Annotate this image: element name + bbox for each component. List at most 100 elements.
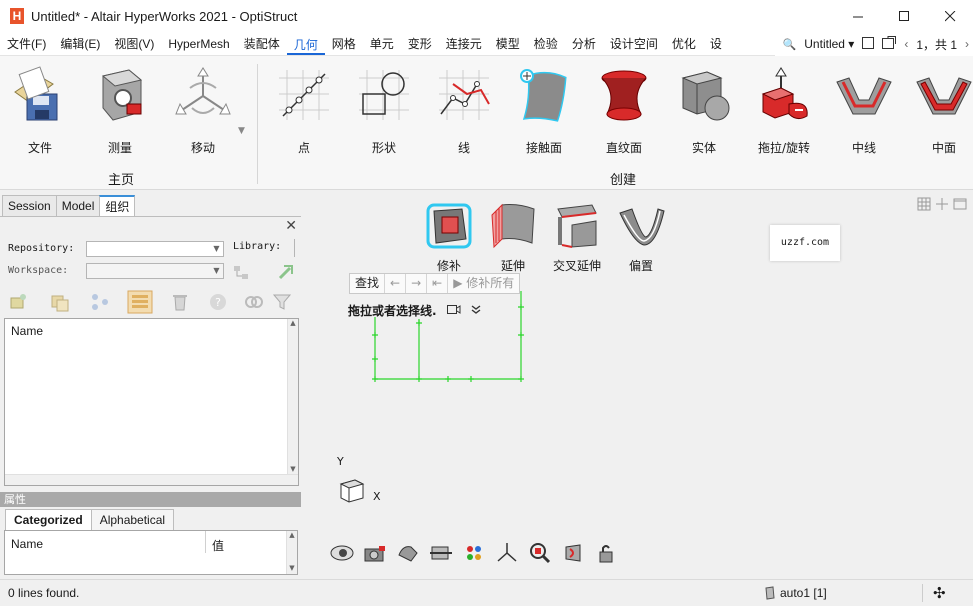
library-select[interactable] <box>294 239 300 257</box>
maximize-button[interactable] <box>881 0 927 32</box>
pan-tool-icon[interactable] <box>395 541 421 565</box>
help-icon[interactable]: ? <box>208 292 228 312</box>
menu-geometry[interactable]: 几何 <box>287 35 325 55</box>
menu-file[interactable]: 文件(F) <box>0 32 53 56</box>
panel-view-icon[interactable] <box>127 290 153 314</box>
scroll-down-icon[interactable]: ▼ <box>287 564 297 574</box>
workspace-select[interactable]: ▼ <box>86 263 224 279</box>
checkbox-icon[interactable] <box>862 36 875 52</box>
menu-validate[interactable]: 检验 <box>527 32 565 56</box>
add-entity-icon[interactable] <box>8 292 28 312</box>
copy-entity-icon[interactable] <box>50 292 70 312</box>
next-page-button[interactable]: › <box>965 37 969 51</box>
column-divider[interactable] <box>205 531 206 553</box>
wireframe-geometry[interactable] <box>361 287 531 387</box>
property-value-header: 值 <box>212 539 225 553</box>
chevron-down-icon: ▼ <box>213 244 220 253</box>
lines-tool[interactable]: 线 <box>426 64 502 162</box>
midsurface-tool[interactable]: 中面 <box>906 64 973 162</box>
menu-morph[interactable]: 变形 <box>401 32 439 56</box>
midline-icon <box>836 77 892 115</box>
hierarchy-icon[interactable] <box>90 292 110 312</box>
status-separator <box>922 584 923 602</box>
menu-edit[interactable]: 编辑(E) <box>53 32 107 56</box>
hyperworks-logo-icon: H <box>10 8 24 24</box>
surface-tool-label: 接触面 <box>525 141 562 155</box>
move-arrows-icon[interactable] <box>935 197 949 211</box>
axis-triad-icon[interactable] <box>494 541 520 565</box>
filter-icon[interactable] <box>272 292 292 312</box>
list-horizontal-scrollbar[interactable] <box>5 474 298 485</box>
drag-spin-tool[interactable]: 拖拉/旋转 <box>746 64 822 162</box>
tab-organize[interactable]: 组织 <box>99 195 136 216</box>
menu-settings-truncated[interactable]: 设 <box>703 32 729 56</box>
menu-design-space[interactable]: 设计空间 <box>603 32 665 56</box>
cross-extend-icon <box>557 204 597 248</box>
move-tool[interactable]: 移动 <box>165 64 241 162</box>
scroll-up-icon[interactable]: ▲ <box>287 531 297 541</box>
cross-extend-tool[interactable]: 交叉延伸 <box>545 201 609 274</box>
menu-model[interactable]: 模型 <box>489 32 527 56</box>
component-indicator[interactable]: auto1 [1] <box>764 586 827 600</box>
import-arrow-icon[interactable] <box>276 262 296 282</box>
property-table[interactable]: Name 值 ▲ ▼ <box>4 530 298 575</box>
visibility-eye-icon[interactable] <box>329 541 355 565</box>
tab-alphabetical[interactable]: Alphabetical <box>90 509 175 530</box>
tree-structure-icon[interactable] <box>232 264 252 284</box>
tab-model[interactable]: Model <box>55 195 101 216</box>
settings-icon[interactable]: ✣ <box>933 584 946 602</box>
surface-tool[interactable]: 接触面 <box>506 64 582 162</box>
file-tool[interactable]: 文件 <box>2 64 78 162</box>
lines-tool-label: 线 <box>457 141 470 155</box>
camera-icon[interactable] <box>362 541 388 565</box>
entity-list[interactable]: Name ▲ ▼ <box>4 318 299 486</box>
patch-tool[interactable]: 修补 <box>417 201 481 274</box>
close-icon[interactable]: ✕ <box>285 218 297 234</box>
grid-icon[interactable] <box>917 197 931 211</box>
delete-icon[interactable] <box>170 292 190 312</box>
section-cut-icon[interactable] <box>428 541 454 565</box>
link-icon[interactable] <box>244 292 264 312</box>
window-restore-icon[interactable] <box>953 197 967 211</box>
menu-mesh[interactable]: 网格 <box>325 32 363 56</box>
shape-tool[interactable]: 形状 <box>346 64 422 162</box>
tab-categorized[interactable]: Categorized <box>5 509 92 530</box>
rotate-view-icon[interactable] <box>560 541 586 565</box>
model-name-dropdown[interactable]: Untitled ▾ <box>804 37 854 51</box>
extend-tool[interactable]: 延伸 <box>481 201 545 274</box>
menu-view[interactable]: 视图(V) <box>107 32 161 56</box>
menu-analysis[interactable]: 分析 <box>565 32 603 56</box>
search-icon[interactable]: 🔍 <box>783 38 797 51</box>
points-tool[interactable]: 点 <box>266 64 342 162</box>
more-dropdown-icon[interactable]: ▼ <box>238 126 245 136</box>
tab-session[interactable]: Session <box>2 195 57 216</box>
minimize-button[interactable] <box>835 0 881 32</box>
list-vertical-scrollbar[interactable]: ▲ ▼ <box>287 319 298 475</box>
ruled-surface-tool[interactable]: 直纹面 <box>586 64 662 162</box>
menu-connectors[interactable]: 连接元 <box>439 32 489 56</box>
menu-assembly[interactable]: 装配体 <box>237 32 287 56</box>
list-header-name: Name <box>11 324 44 338</box>
graphics-viewport[interactable]: 修补 延伸 交叉延伸 偏置 uzzf.com 查找 ← → ⇤ ▶ 修补所有 拖… <box>301 191 973 579</box>
close-button[interactable] <box>927 0 973 32</box>
view-cube-icon[interactable] <box>337 476 367 504</box>
midsurface-icon <box>916 77 972 115</box>
property-scrollbar[interactable]: ▲ ▼ <box>286 531 297 574</box>
repository-select[interactable]: ▼ <box>86 241 224 257</box>
lines-icon <box>439 70 490 120</box>
home-group-title: 主页 <box>108 173 135 188</box>
zoom-icon[interactable] <box>527 541 553 565</box>
solid-tool[interactable]: 实体 <box>666 64 742 162</box>
color-palette-icon[interactable] <box>461 541 487 565</box>
new-window-icon[interactable] <box>882 36 897 52</box>
prev-page-button[interactable]: ‹ <box>904 37 908 51</box>
lock-icon[interactable] <box>593 541 619 565</box>
midline-tool[interactable]: 中线 <box>826 64 902 162</box>
menu-hypermesh[interactable]: HyperMesh <box>161 32 236 56</box>
measure-tool[interactable]: 测量 <box>82 64 158 162</box>
offset-tool[interactable]: 偏置 <box>609 201 673 274</box>
svg-text:?: ? <box>215 296 221 309</box>
menu-elements[interactable]: 单元 <box>363 32 401 56</box>
menu-optimization[interactable]: 优化 <box>665 32 703 56</box>
scroll-up-icon[interactable]: ▲ <box>288 319 298 329</box>
